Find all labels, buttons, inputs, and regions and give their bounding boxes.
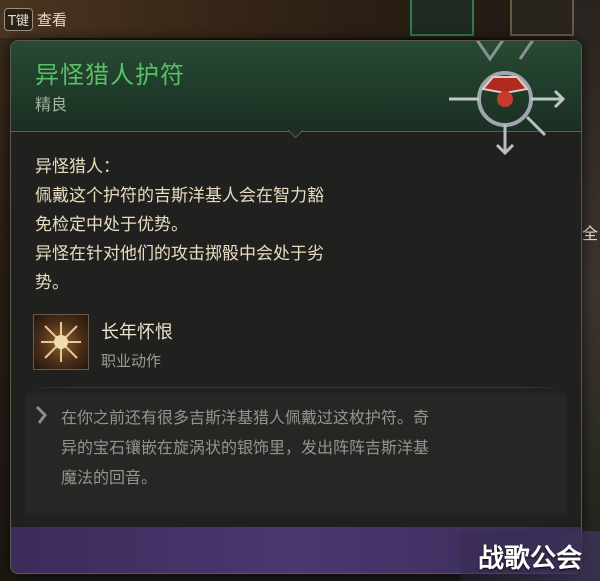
hotkey-badge: T键 [4,7,33,31]
item-title: 异怪猎人护符 [35,61,185,89]
action-type: 职业动作 [101,352,162,370]
sword-burst-icon [33,314,89,370]
lore-line: 魔法的回音。 [61,468,158,487]
action-name: 长年怀恨 [101,322,173,343]
watermark: 战歌公会 [460,531,600,581]
item-tooltip: 异怪猎人护符 精良 异怪猎人： 佩戴这个护符的吉斯洋基人会在智力豁 免检定中处于… [10,40,582,574]
effect-line: 异怪猎人： [35,157,120,177]
portrait-slot[interactable] [510,0,574,36]
lore-line: 异的宝石镶嵌在旋涡状的银饰里，发出阵阵吉斯洋基 [61,438,430,457]
item-effect: 异怪猎人： 佩戴这个护符的吉斯洋基人会在智力豁 免检定中处于优势。 异怪在针对他… [35,153,435,298]
amulet-icon [449,41,566,156]
effect-line: 免检定中处于优势。 [35,215,188,235]
inspect-hint[interactable]: T键 查看 [4,6,67,32]
hotbar-slot[interactable] [410,0,474,36]
effect-line: 佩戴这个护符的吉斯洋基人会在智力豁 [35,186,324,206]
granted-action[interactable]: 长年怀恨 职业动作 [33,314,173,371]
lore-section: 在你之前还有很多吉斯洋基猎人佩戴过这枚护符。奇 异的宝石镶嵌在旋涡状的银饰里，发… [25,393,567,513]
tooltip-header: 异怪猎人护符 精良 [11,41,581,156]
quote-icon [35,405,47,424]
effect-line: 异怪在针对他们的攻击掷骰中会处于劣 [35,244,324,264]
effect-line: 势。 [35,273,69,293]
lore-line: 在你之前还有很多吉斯洋基猎人佩戴过这枚护符。奇 [61,408,430,427]
item-rarity: 精良 [35,95,68,114]
section-divider [25,387,567,388]
side-panel-label: 全 [581,224,598,243]
inspect-label: 查看 [36,10,67,29]
